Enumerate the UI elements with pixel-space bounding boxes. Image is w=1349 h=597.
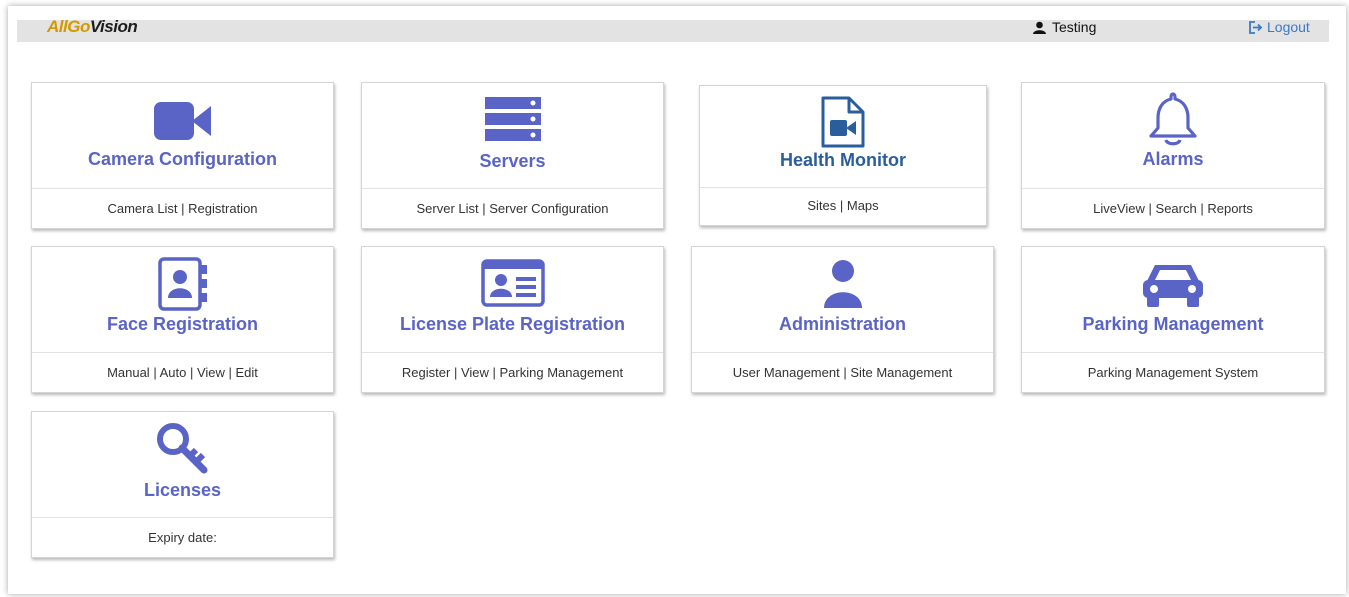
link-view[interactable]: View — [461, 365, 489, 380]
tile-title: Parking Management — [1082, 314, 1264, 334]
user-icon — [1033, 21, 1046, 34]
logo-text-allgo: AllGo — [47, 20, 90, 36]
tile-parking-management[interactable]: Parking Management Parking Management Sy… — [1021, 246, 1325, 393]
top-bar: AllGoVision Testing Logout — [17, 20, 1329, 42]
link-user-management[interactable]: User Management — [733, 365, 840, 380]
tile-links: User Management | Site Management — [692, 352, 993, 392]
contact-book-icon — [157, 257, 207, 311]
link-reports[interactable]: Reports — [1207, 201, 1253, 216]
link-maps[interactable]: Maps — [847, 198, 879, 213]
key-icon — [156, 423, 207, 474]
link-camera-list[interactable]: Camera List — [107, 201, 177, 216]
tile-license-plate-registration[interactable]: License Plate Registration Register | Vi… — [361, 246, 664, 393]
tile-links: Camera List | Registration — [32, 188, 333, 228]
tile-camera-configuration[interactable]: Camera Configuration Camera List | Regis… — [31, 82, 334, 229]
server-icon — [484, 97, 541, 141]
link-parking-management[interactable]: Parking Management — [500, 365, 624, 380]
user-icon — [823, 260, 862, 308]
link-manual[interactable]: Manual — [107, 365, 150, 380]
link-registration[interactable]: Registration — [188, 201, 257, 216]
tile-servers[interactable]: Servers Server List | Server Configurati… — [361, 82, 664, 229]
tile-links: Server List | Server Configuration — [362, 188, 663, 228]
tile-links: LiveView | Search | Reports — [1022, 188, 1324, 228]
link-liveview[interactable]: LiveView — [1093, 201, 1145, 216]
expiry-date-label: Expiry date: — [148, 530, 217, 545]
tile-links: Manual | Auto | View | Edit — [32, 352, 333, 392]
tile-title: Face Registration — [106, 314, 259, 334]
id-card-icon — [480, 259, 545, 307]
logout-label: Logout — [1267, 20, 1310, 35]
tile-links: Register | View | Parking Management — [362, 352, 663, 392]
current-user: Testing — [1033, 20, 1096, 35]
logo-text-vision: Vision — [89, 20, 138, 36]
tile-licenses[interactable]: Licenses Expiry date: — [31, 411, 334, 558]
link-edit[interactable]: Edit — [236, 365, 258, 380]
link-sites[interactable]: Sites — [807, 198, 836, 213]
tile-title: Licenses — [143, 480, 222, 500]
tile-title: Health Monitor — [780, 150, 906, 170]
link-auto[interactable]: Auto — [160, 365, 187, 380]
tile-face-registration[interactable]: Face Registration Manual | Auto | View |… — [31, 246, 334, 393]
tile-title: Camera Configuration — [87, 149, 278, 169]
car-icon — [1143, 265, 1203, 307]
link-search[interactable]: Search — [1156, 201, 1197, 216]
tile-links: Expiry date: — [32, 517, 333, 557]
tile-links: Sites | Maps — [700, 187, 986, 225]
tile-links: Parking Management System — [1022, 352, 1324, 392]
brand-logo[interactable]: AllGoVision — [47, 20, 138, 37]
logout-icon — [1249, 20, 1263, 34]
tile-title: License Plate Registration — [399, 314, 626, 334]
tile-administration[interactable]: Administration User Management | Site Ma… — [691, 246, 994, 393]
bell-icon — [1149, 92, 1197, 146]
tile-title: Administration — [778, 314, 906, 334]
link-site-management[interactable]: Site Management — [850, 365, 952, 380]
link-register[interactable]: Register — [402, 365, 450, 380]
link-server-configuration[interactable]: Server Configuration — [489, 201, 608, 216]
tile-alarms[interactable]: Alarms LiveView | Search | Reports — [1021, 82, 1325, 229]
video-file-icon — [821, 96, 865, 148]
tile-health-monitor[interactable]: Health Monitor Sites | Maps — [699, 85, 987, 226]
tile-title: Servers — [479, 151, 546, 171]
tile-title: Alarms — [1142, 149, 1204, 169]
link-view[interactable]: View — [197, 365, 225, 380]
username-label: Testing — [1052, 20, 1097, 35]
logout-link[interactable]: Logout — [1249, 20, 1310, 35]
link-server-list[interactable]: Server List — [417, 201, 479, 216]
video-camera-icon — [153, 102, 211, 140]
link-parking-management-system[interactable]: Parking Management System — [1088, 365, 1259, 380]
